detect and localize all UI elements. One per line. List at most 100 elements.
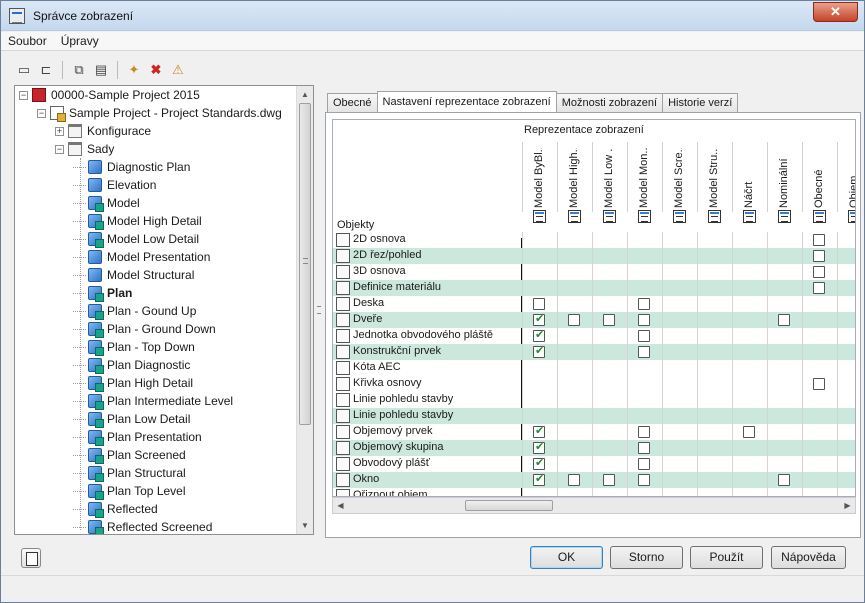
column-header[interactable]: Model Scre... (662, 142, 696, 223)
tab-nastaveni-reprezentace[interactable]: Nastavení reprezentace zobrazení (376, 91, 557, 112)
grid-horizontal-scrollbar[interactable]: ◀ ▶ (332, 497, 856, 514)
scroll-left-icon[interactable]: ◀ (333, 498, 348, 513)
purge-icon[interactable]: ⚠ (169, 61, 187, 79)
representation-checkbox[interactable] (638, 330, 650, 342)
tree-item[interactable]: Plan High Detail (73, 374, 193, 392)
grid-row[interactable]: Ořiznout objem (333, 488, 855, 496)
grid-row[interactable]: Konstrukční prvek (333, 344, 855, 360)
grid-row[interactable]: Dveře (333, 312, 855, 328)
representation-checkbox[interactable] (778, 314, 790, 326)
tree-item[interactable]: Reflected (73, 500, 158, 518)
tree-item[interactable]: Model (73, 194, 140, 212)
column-header[interactable]: Náčrt (732, 142, 766, 223)
representation-checkbox[interactable] (533, 424, 545, 438)
representation-checkbox[interactable] (813, 234, 825, 246)
tree-item[interactable]: Model High Detail (73, 212, 202, 230)
column-header[interactable]: Objem (837, 142, 855, 223)
column-header[interactable]: Model ByBl... (522, 142, 556, 223)
tree-item[interactable]: Plan - Gound Up (73, 302, 196, 320)
representation-checkbox[interactable] (638, 458, 650, 470)
representation-checkbox[interactable] (638, 426, 650, 438)
new-icon[interactable]: ▭ (15, 61, 33, 79)
grid-row[interactable]: 3D osnova (333, 264, 855, 280)
column-header[interactable]: Obecné (802, 142, 836, 223)
scroll-right-icon[interactable]: ▶ (840, 498, 855, 513)
tree-item[interactable]: − Sady (55, 140, 114, 158)
tree-item[interactable]: Plan Structural (73, 464, 186, 482)
representation-checkbox[interactable] (533, 298, 545, 310)
tree-item[interactable]: − Sample Project - Project Standards.dwg (37, 104, 282, 122)
representation-checkbox[interactable] (743, 426, 755, 438)
grid-row[interactable]: Objemový prvek (333, 424, 855, 440)
scrollbar-thumb[interactable] (299, 103, 311, 425)
scroll-down-icon[interactable]: ▼ (297, 517, 313, 534)
tree-item[interactable]: Plan Screened (73, 446, 186, 464)
expand-icon[interactable]: + (55, 126, 64, 136)
scrollbar-thumb[interactable] (465, 500, 553, 511)
menu-upravy[interactable]: Úpravy (54, 34, 106, 48)
delete-icon[interactable]: ✖ (147, 61, 165, 79)
collapse-icon[interactable]: − (19, 90, 28, 100)
representation-checkbox[interactable] (813, 266, 825, 278)
representation-checkbox[interactable] (533, 344, 545, 358)
column-header[interactable]: Model High... (557, 142, 591, 223)
help-button[interactable]: Nápověda (771, 546, 846, 569)
ok-button[interactable]: OK (530, 546, 603, 569)
collapse-icon[interactable]: − (37, 108, 46, 118)
menu-soubor[interactable]: Soubor (1, 34, 54, 48)
tree-item[interactable]: Diagnostic Plan (73, 158, 190, 176)
representation-checkbox[interactable] (638, 346, 650, 358)
grid-row[interactable]: Obvodový plášť (333, 456, 855, 472)
representation-checkbox[interactable] (533, 312, 545, 326)
grid-row[interactable]: Linie pohledu stavby (333, 392, 855, 408)
tab-moznosti-zobrazeni[interactable]: Možnosti zobrazení (555, 93, 664, 113)
column-header[interactable]: Model Mon... (627, 142, 661, 223)
tree-item[interactable]: Elevation (73, 176, 156, 194)
paste-icon[interactable]: ▤ (92, 61, 110, 79)
tree-item[interactable]: Plan - Top Down (73, 338, 195, 356)
grid-row[interactable]: Objemový skupina (333, 440, 855, 456)
tree-vertical-scrollbar[interactable]: ▲ ▼ (296, 86, 313, 534)
collapse-icon[interactable]: − (55, 144, 64, 154)
grid-row[interactable]: Deska (333, 296, 855, 312)
representation-checkbox[interactable] (813, 282, 825, 294)
grid-row[interactable]: Linie pohledu stavby (333, 408, 855, 424)
properties-icon[interactable] (21, 548, 41, 568)
tree-item[interactable]: Model Low Detail (73, 230, 199, 248)
tree-item[interactable]: Plan - Ground Down (73, 320, 216, 338)
representation-checkbox[interactable] (778, 474, 790, 486)
new-set-icon[interactable]: ✦ (125, 61, 143, 79)
representation-checkbox[interactable] (638, 442, 650, 454)
grid-row[interactable]: 2D osnova (333, 232, 855, 248)
representation-checkbox[interactable] (638, 474, 650, 486)
representation-checkbox[interactable] (603, 474, 615, 486)
column-header[interactable]: Model Stru... (697, 142, 731, 223)
tree-item[interactable]: Plan (73, 284, 132, 302)
tree-item[interactable]: Reflected Screened (73, 518, 212, 534)
grid-row[interactable]: Jednotka obvodového pláště (333, 328, 855, 344)
column-header[interactable]: Nominální (767, 142, 801, 223)
close-button[interactable]: ✕ (813, 2, 858, 22)
representation-checkbox[interactable] (568, 314, 580, 326)
tree-item[interactable]: Plan Low Detail (73, 410, 190, 428)
open-icon[interactable]: ⊏ (37, 61, 55, 79)
tree-item[interactable]: Plan Intermediate Level (73, 392, 233, 410)
tree-item[interactable]: Plan Top Level (73, 482, 186, 500)
representation-checkbox[interactable] (533, 328, 545, 342)
tree-item[interactable]: Model Presentation (73, 248, 210, 266)
representation-checkbox[interactable] (603, 314, 615, 326)
tree-item[interactable]: Plan Diagnostic (73, 356, 190, 374)
grid-row[interactable]: Definice materiálu (333, 280, 855, 296)
representation-checkbox[interactable] (813, 378, 825, 390)
representation-checkbox[interactable] (533, 472, 545, 486)
representation-checkbox[interactable] (533, 440, 545, 454)
cancel-button[interactable]: Storno (610, 546, 683, 569)
tree-item[interactable]: + Konfigurace (55, 122, 151, 140)
scroll-up-icon[interactable]: ▲ (297, 86, 313, 103)
representation-checkbox[interactable] (568, 474, 580, 486)
grid-row[interactable]: Kóta AEC (333, 360, 855, 376)
copy-icon[interactable]: ⧉ (70, 61, 88, 79)
tree-item[interactable]: Plan Presentation (73, 428, 202, 446)
representation-checkbox[interactable] (533, 456, 545, 470)
apply-button[interactable]: Použít (690, 546, 763, 569)
